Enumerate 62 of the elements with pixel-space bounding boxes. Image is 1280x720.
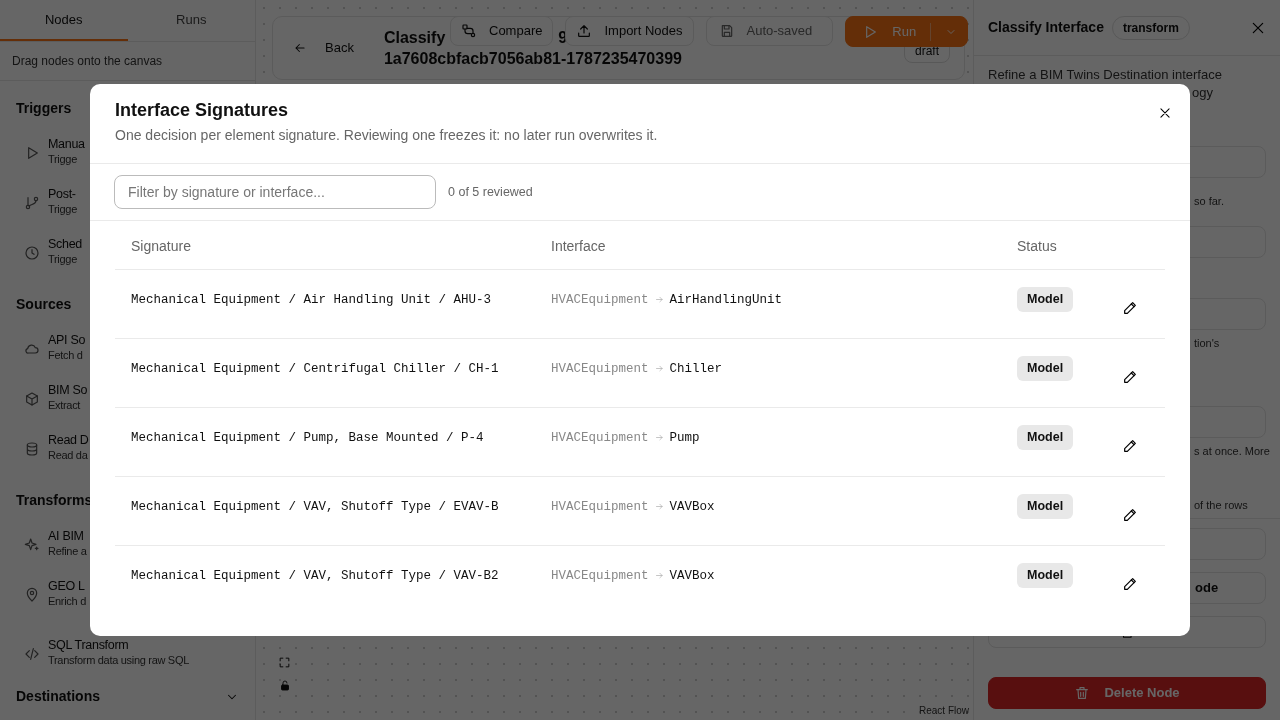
title-text: Classify (383, 28, 446, 48)
toolbar-button[interactable]: Compare (450, 16, 554, 46)
status-badge: Model (1017, 563, 1074, 588)
node-description: Enrich d (48, 593, 86, 608)
interface-mapping: HVACEquipment Pump (551, 431, 700, 445)
helper-text: s at once. More (1194, 444, 1270, 458)
node-description: Trigge (48, 251, 78, 266)
helper-text: so far. (1194, 194, 1224, 208)
status-badge: Model (1017, 494, 1074, 519)
node-name: BIM So (48, 381, 88, 398)
panel-title: Classify Interface (988, 18, 1104, 37)
node-description: Trigge (48, 201, 77, 216)
review-counter: 0 of 5 reviewed (448, 183, 533, 201)
tab[interactable]: Nodes (0, 0, 128, 41)
section-title: Sources (16, 295, 72, 314)
filter-field[interactable]: Filter by signature or interface... (114, 175, 436, 209)
node-description: Extract (48, 397, 82, 412)
helper-text: of the rows (1194, 498, 1248, 512)
pipeline-id: 1a7608cbfacb7056ab81-1787235470399 (383, 49, 682, 69)
status-badge: Model (1017, 287, 1074, 312)
dialog-subtitle: One decision per element signature. Reviewing one freezes it: no later run overwrites it. (115, 126, 659, 145)
back-button[interactable]: Back (293, 38, 354, 58)
node-description: Trigge (48, 151, 78, 166)
delete-button[interactable]: Delete Node (988, 677, 1266, 709)
status-badge: Model (1017, 425, 1074, 450)
tab[interactable]: Runs (127, 0, 255, 41)
helper-text: tion's (1194, 336, 1220, 350)
node-name: Read D (48, 431, 89, 448)
interface-mapping: HVACEquipment VAVBox (551, 569, 715, 583)
interface-mapping: HVACEquipment AirHandlingUnit (551, 293, 783, 307)
node-description: Fetch d (48, 347, 84, 362)
interface-mapping: HVACEquipment VAVBox (551, 500, 715, 514)
section-title: Transforms (16, 491, 93, 510)
node-description: Read da (48, 447, 89, 462)
signature-text: Mechanical Equipment / VAV, Shutoff Type / EVAV-B (131, 500, 499, 514)
status-badge: Model (1017, 356, 1074, 381)
attribution-link[interactable]: React Flow (919, 703, 969, 718)
column-header: Status (1017, 238, 1057, 254)
node-name: SQL Transform (48, 636, 130, 653)
column-header: Interface (551, 238, 606, 254)
interface-mapping: HVACEquipment Chiller (551, 362, 723, 376)
description-text: ogy (1192, 84, 1213, 102)
signature-text: Mechanical Equipment / Centrifugal Chiller / CH-1 (131, 362, 499, 376)
node-name: Post- (48, 185, 77, 202)
hint-text: Drag nodes onto the canvas (0, 41, 255, 81)
node-name: AI BIM (48, 527, 85, 544)
signature-text: Mechanical Equipment / Pump, Base Mounted / P-4 (131, 431, 484, 445)
toolbar-button[interactable]: Import Nodes (565, 16, 694, 46)
node-description: Refine a (48, 543, 87, 558)
section-title: Destinations (16, 687, 100, 706)
node-name: Manua (48, 135, 85, 152)
node-name: API So (48, 331, 86, 348)
dialog-title: Interface Signatures (115, 99, 290, 121)
node-name: GEO L (48, 577, 86, 594)
column-header: Signature (131, 238, 191, 254)
description-text: Refine a BIM Twins Destination interface (988, 66, 1223, 84)
node-description: Transform data using raw SQL (48, 652, 189, 667)
run-button[interactable]: Run (845, 16, 969, 47)
section-title: Triggers (16, 99, 72, 118)
signature-text: Mechanical Equipment / VAV, Shutoff Type / VAV-B2 (131, 569, 499, 583)
node-name: Sched (48, 235, 82, 252)
signature-text: Mechanical Equipment / Air Handling Unit / AHU-3 (131, 293, 492, 307)
